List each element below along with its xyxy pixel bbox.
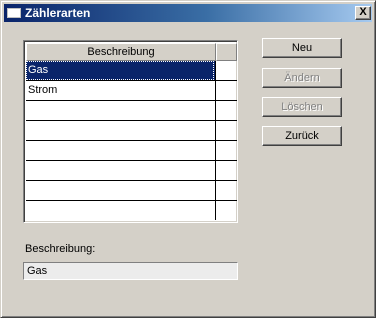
cell-text: Gas [28,64,49,76]
cell-extra [216,61,237,80]
table-row[interactable] [26,161,237,181]
cell-beschreibung [26,101,216,120]
window-icon [7,8,21,18]
table-row[interactable] [26,141,237,161]
dialog-window: Zählerarten X Beschreibung Gas Strom Neu… [0,0,376,318]
delete-button[interactable]: Löschen [262,97,342,117]
cell-extra [216,81,237,100]
cell-beschreibung [26,181,216,200]
table-row[interactable] [26,181,237,201]
table-row[interactable] [26,101,237,121]
cell-extra [216,161,237,180]
table-row[interactable] [26,121,237,141]
focus-rect [26,61,214,80]
cell-extra [216,141,237,160]
cell-beschreibung: Strom [26,81,216,100]
cell-beschreibung [26,141,216,160]
back-button[interactable]: Zurück [262,126,342,146]
new-button[interactable]: Neu [262,38,342,58]
cell-extra [216,101,237,120]
window-title: Zählerarten [25,6,91,20]
meter-types-grid[interactable]: Beschreibung Gas Strom [23,40,238,223]
cell-extra [216,201,237,220]
table-row[interactable]: Strom [26,81,237,101]
cell-beschreibung: Gas [26,61,216,80]
table-row-partial[interactable] [26,201,237,221]
edit-button[interactable]: Ändern [262,68,342,88]
description-field[interactable]: Gas [23,262,238,280]
column-header-beschreibung[interactable]: Beschreibung [26,43,216,61]
cell-beschreibung [26,121,216,140]
title-bar[interactable]: Zählerarten X [4,4,372,22]
table-row[interactable]: Gas [26,61,237,81]
cell-beschreibung [26,161,216,180]
description-label: Beschreibung: [25,243,96,255]
column-header-empty [216,43,237,61]
cell-extra [216,121,237,140]
cell-beschreibung [26,201,216,220]
cell-extra [216,181,237,200]
close-button[interactable]: X [355,6,371,20]
grid-header: Beschreibung [26,43,237,61]
